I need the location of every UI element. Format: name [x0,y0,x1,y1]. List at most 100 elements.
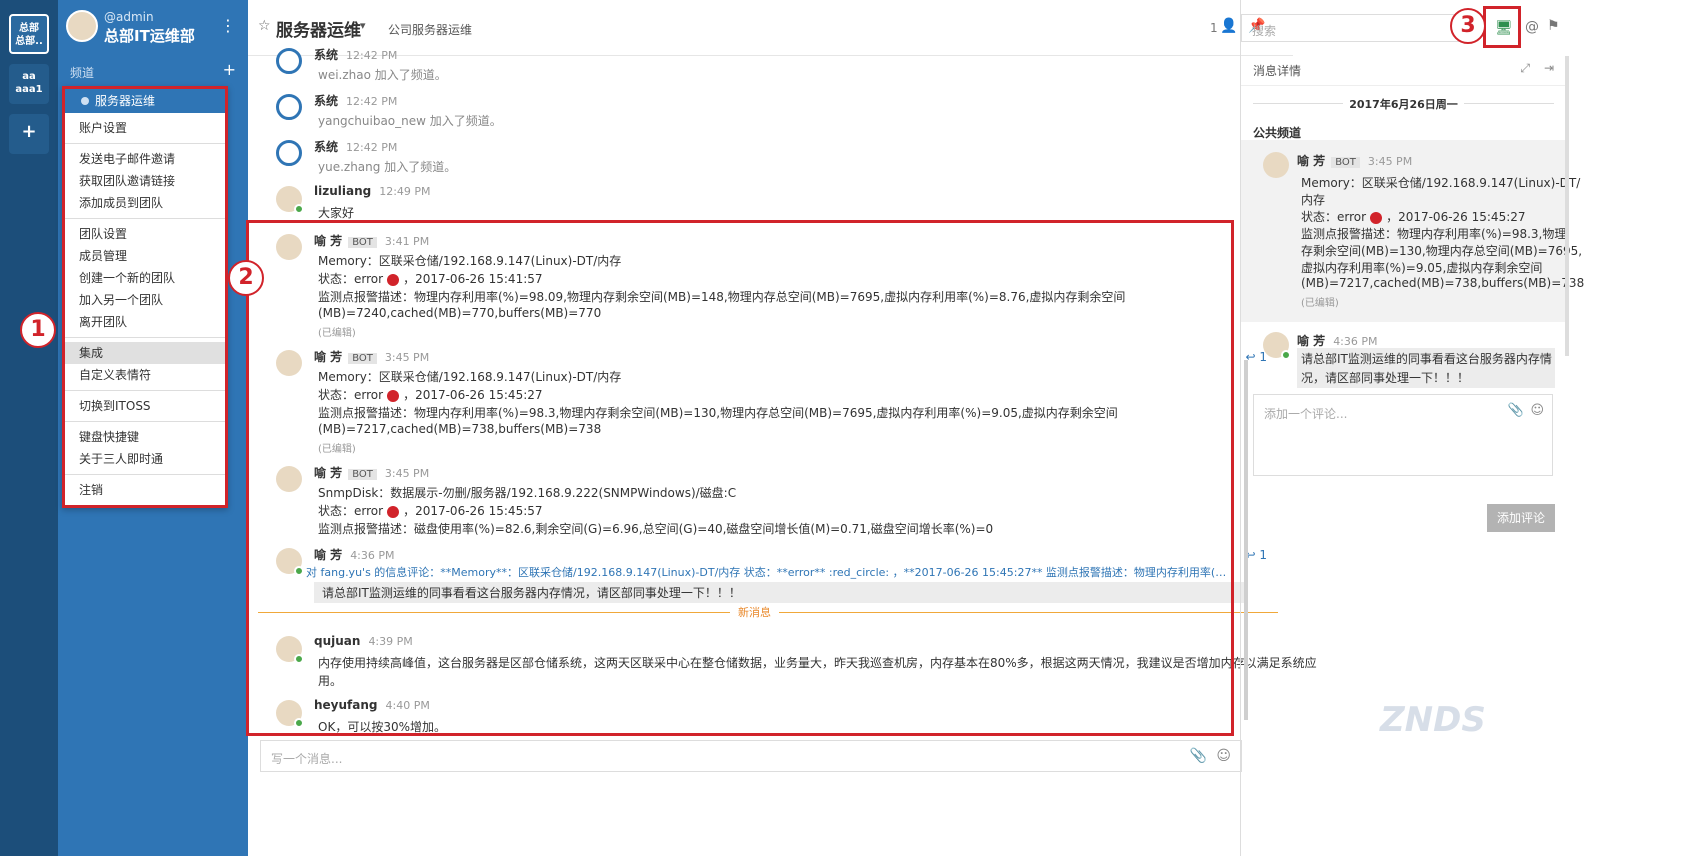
post-time[interactable]: 3:45 PM [385,351,429,364]
menu-item-invite-link[interactable]: 获取团队邀请链接 [65,170,225,192]
team-tile-aaa1[interactable]: aa aaa1 [9,64,49,104]
annotation-number-3: 3 [1450,8,1486,44]
post-time[interactable]: 4:40 PM [386,699,430,712]
post-list: 系统 12:42 PM wei.zhao 加入了频道。 系统 12:42 PM ya… [248,44,1317,794]
post-status: 状态：error ，2017-06-26 15:45:57 [318,504,543,518]
post-time[interactable]: 12:49 PM [379,185,430,198]
team-tile-hq[interactable]: 总部 总部.. [9,14,49,54]
menu-item-email-invite[interactable]: 发送电子邮件邀请 [65,148,225,170]
emoji-icon[interactable]: ☺ [1216,748,1231,764]
post-author[interactable]: 喻 芳 BOT 3:45 PM [1297,152,1412,169]
menu-group-logout: 注销 [65,475,225,505]
post-author[interactable]: lizuliang 12:49 PM [314,184,431,198]
post-author[interactable]: 喻 芳 BOT 3:45 PM [314,348,429,365]
watermark-logo: ZNDS [1380,700,1486,740]
comment-on-link[interactable]: 对 fang.yu's 的信息评论：**Memory**：区联采仓储/192.1… [306,564,1236,580]
flag-icon[interactable]: ⚑ [1547,18,1560,34]
post-text: (MB)=7217,cached(MB)=738,buffers(MB)=738 [1301,276,1585,290]
menu-item-about[interactable]: 关于三人即时通 [65,448,225,470]
edited-label: (已编辑) [318,444,356,455]
menu-item-logout[interactable]: 注销 [65,479,225,501]
post-time[interactable]: 4:36 PM [350,549,394,562]
close-panel-icon[interactable]: ⇥ [1544,61,1554,75]
system-logo-icon [276,140,302,166]
post-author[interactable]: heyufang 4:40 PM [314,698,430,712]
member-icon[interactable]: 👤 [1220,18,1237,34]
mention-icon[interactable]: @ [1525,19,1539,35]
post-time: 3:45 PM [1367,155,1413,168]
bot-badge: BOT [1331,157,1360,168]
avatar[interactable] [276,186,304,214]
reply-quote: 请总部IT监测运维的同事看看这台服务器内存情 况，请区部同事处理一下！！！ [1297,348,1555,388]
post-status: 状态：error ，2017-06-26 15:45:27 [318,388,543,402]
post-author[interactable]: 喻 芳 4:36 PM [314,546,395,563]
kebab-menu-icon[interactable]: ⋮ [220,16,236,35]
post-time[interactable]: 12:42 PM [346,49,397,62]
post-text: 用。 [318,674,343,688]
menu-group-account: 账户设置 [65,113,225,144]
add-comment-button[interactable]: 添加评论 [1487,504,1555,532]
post-time[interactable]: 12:42 PM [346,95,397,108]
menu-item-account-settings[interactable]: 账户设置 [65,117,225,139]
post-author[interactable]: qujuan 4:39 PM [314,634,413,648]
message-input[interactable]: 写一个消息... 📎 ☺ [260,740,1242,772]
menu-item-manage-members[interactable]: 成员管理 [65,245,225,267]
emoji-icon[interactable]: ☺ [1530,403,1544,418]
channel-title[interactable]: 服务器运维 [276,16,361,41]
avatar[interactable] [66,10,98,42]
post-text: (MB)=7240,cached(MB)=770,buffers(MB)=770 [318,306,602,320]
menu-item-shortcuts[interactable]: 键盘快捷键 [65,426,225,448]
scrollbar[interactable] [1565,56,1569,356]
attachment-icon[interactable]: 📎 [1508,403,1524,418]
add-channel-icon[interactable]: + [223,60,236,79]
annotation-number-2: 2 [228,260,264,296]
avatar[interactable] [276,466,302,492]
post-text: Memory：区联采仓储/192.168.9.147(Linux)-DT/内存 [318,254,622,268]
avatar[interactable] [1263,152,1289,178]
post-time[interactable]: 12:42 PM [346,141,397,154]
post-time[interactable]: 3:45 PM [385,467,429,480]
menu-item-custom-emoji[interactable]: 自定义表情符 [65,364,225,386]
menu-item-switch-itoss[interactable]: 切换到ITOSS [65,395,225,417]
post-text: 存剩余空间(MB)=130,物理内存总空间(MB)=7695, [1301,244,1583,258]
avatar[interactable] [276,234,302,260]
post-author[interactable]: 喻 芳 BOT 3:41 PM [314,232,429,249]
online-status-icon [294,566,304,576]
comment-input[interactable]: 添加一个评论... 📎 ☺ [1253,394,1553,476]
post-text: (MB)=7217,cached(MB)=738,buffers(MB)=738 [318,422,602,436]
menu-item-create-team[interactable]: 创建一个新的团队 [65,267,225,289]
add-team-button[interactable]: + [9,114,49,154]
channel-type-label: 公共频道 [1253,126,1302,140]
menu-item-add-member[interactable]: 添加成员到团队 [65,192,225,214]
avatar[interactable] [276,700,304,728]
avatar[interactable] [276,350,302,376]
menu-item-team-settings[interactable]: 团队设置 [65,223,225,245]
star-icon[interactable]: ☆ [258,18,271,34]
search-input[interactable]: 搜索 [1241,14,1461,42]
avatar[interactable] [1263,332,1291,360]
active-channel-item[interactable]: 服务器运维 [65,89,225,113]
monitor-icon[interactable]: 🖥 [1495,20,1513,36]
search-placeholder: 搜索 [1252,24,1277,38]
post-status: 状态：error ，2017-06-26 15:45:27 [1301,210,1526,224]
member-count[interactable]: 1 [1210,21,1218,35]
menu-item-join-team[interactable]: 加入另一个团队 [65,289,225,311]
avatar[interactable] [276,548,304,576]
menu-item-leave-team[interactable]: 离开团队 [65,311,225,333]
attachment-icon[interactable]: 📎 [1190,748,1207,764]
sidebar-header[interactable]: @admin 总部IT运维部 ⋮ [58,0,248,58]
menu-item-integrations[interactable]: 集成 [65,342,225,364]
post-text: OK，可以按30%增加。 [318,720,446,734]
post-author[interactable]: 喻 芳 4:36 PM [1297,332,1378,349]
post-text: SnmpDisk：数据展示-勿删/服务器/192.168.9.222(SNMPW… [318,486,737,500]
root-post: 喻 芳 BOT 3:45 PM Memory：区联采仓储/192.168.9.147… [1241,140,1584,322]
avatar[interactable] [276,636,304,664]
post-author[interactable]: 喻 芳 BOT 3:45 PM [314,464,429,481]
chevron-down-icon[interactable]: ▾ [360,19,366,32]
post-item: heyufang 4:40 PM OK，可以按30%增加。 [248,696,1293,740]
post-time[interactable]: 3:41 PM [385,235,429,248]
post-author: 系统 12:42 PM [314,48,398,62]
post-time[interactable]: 4:39 PM [368,635,412,648]
new-messages-label: 新消息 [730,604,779,620]
expand-icon[interactable]: ⤢ [1520,61,1530,76]
